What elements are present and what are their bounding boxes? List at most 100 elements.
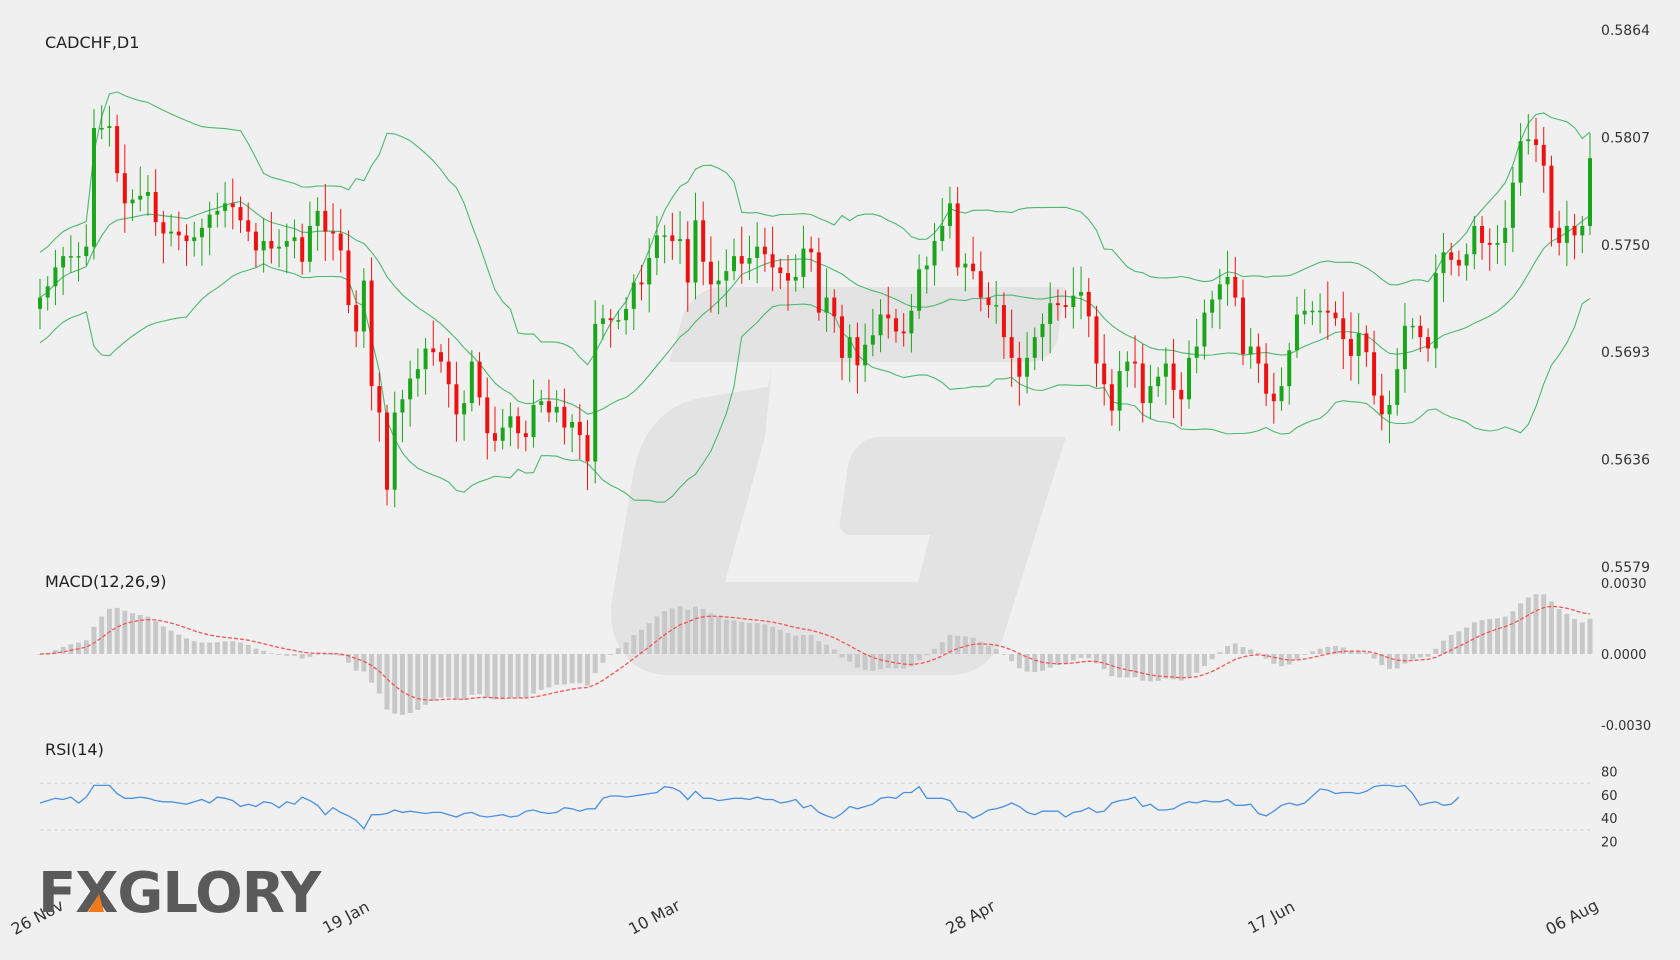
candle (315, 197, 320, 251)
macd-axis-tick: -0.0030 (1601, 719, 1651, 734)
macd-histogram-bar (677, 606, 683, 654)
macd-histogram-bar (770, 626, 776, 654)
macd-histogram-bar (692, 606, 698, 654)
macd-histogram-bar (399, 654, 405, 715)
macd-histogram-bar (315, 654, 321, 655)
macd-histogram-bar (924, 654, 930, 656)
candle (1210, 290, 1215, 329)
macd-histogram-bar (1371, 654, 1377, 659)
candle (1526, 114, 1531, 155)
macd-histogram-bar (184, 638, 190, 654)
candle (431, 320, 436, 366)
candle (423, 338, 428, 395)
candle (1225, 250, 1230, 306)
macd-histogram-bar (1279, 654, 1285, 667)
candle (1310, 301, 1315, 326)
macd-histogram-bar (376, 654, 382, 694)
candle (1433, 254, 1438, 369)
candle (647, 238, 652, 313)
candle (531, 379, 536, 448)
macd-histogram-bar (1309, 651, 1315, 654)
candle (1348, 312, 1353, 381)
macd-histogram-bar (754, 623, 760, 654)
candle (408, 360, 413, 427)
candle (1133, 335, 1138, 388)
candle (161, 210, 166, 264)
candle (1534, 117, 1539, 163)
candle (38, 278, 42, 330)
macd-histogram-bar (515, 654, 521, 698)
candle (793, 254, 798, 292)
macd-histogram-bar (1502, 616, 1508, 654)
candle (1271, 372, 1276, 424)
candle (1140, 344, 1145, 423)
candle (68, 235, 73, 273)
candle (323, 183, 328, 262)
candle (1333, 301, 1338, 326)
macd-axis-tick: 0.0000 (1601, 648, 1647, 663)
candle (1125, 351, 1130, 388)
candle (1426, 328, 1431, 362)
candle (971, 236, 976, 280)
candle (1395, 348, 1400, 416)
candle (816, 237, 821, 321)
price-axis-tick: 0.5636 (1601, 453, 1650, 469)
macd-histogram-bar (430, 654, 436, 701)
macd-histogram-bar (1363, 652, 1369, 654)
macd-histogram-bar (122, 610, 128, 654)
macd-histogram-bar (1572, 618, 1578, 654)
candle (739, 226, 744, 284)
macd-histogram-bar (461, 654, 467, 700)
candle (307, 201, 312, 273)
macd-histogram-bar (1178, 654, 1184, 681)
macd-histogram-bar (1009, 654, 1015, 662)
candle (1456, 250, 1461, 277)
candle (1194, 318, 1199, 374)
macd-histogram-bar (245, 644, 251, 654)
candle (1379, 373, 1384, 431)
candle (477, 352, 482, 406)
brand-logo: FXGLORY (38, 861, 324, 926)
candle (223, 182, 228, 228)
macd-histogram-bar (1194, 654, 1200, 673)
macd-histogram-bar (68, 644, 74, 654)
date-axis-tick: 28 Apr (943, 896, 999, 938)
price-axis-tick: 0.5807 (1601, 130, 1650, 146)
macd-histogram-bar (1317, 648, 1323, 654)
candle (91, 109, 96, 260)
macd-histogram-bar (1518, 603, 1524, 654)
candle (230, 178, 235, 230)
candle (770, 226, 775, 292)
macd-histogram-bar (1163, 654, 1169, 679)
macd-histogram-bar (585, 654, 591, 686)
macd-histogram-bar (793, 635, 799, 654)
candle (1410, 317, 1415, 339)
macd-histogram-bar (615, 648, 621, 654)
macd-histogram-bar (970, 637, 976, 654)
candle (292, 219, 297, 259)
candle (662, 225, 667, 264)
macd-histogram-bar (777, 629, 783, 654)
candle (1418, 315, 1423, 353)
candle (492, 406, 497, 452)
candle (1557, 210, 1562, 256)
candle (400, 389, 405, 443)
macd-histogram-bar (939, 642, 945, 654)
candle (678, 211, 683, 264)
candle (269, 211, 274, 264)
macd-histogram-bar (1302, 654, 1308, 655)
candle (1063, 290, 1068, 319)
price-axis-tick: 0.5693 (1601, 345, 1650, 361)
candle (963, 253, 968, 292)
macd-histogram-bar (253, 648, 259, 654)
candle (1163, 347, 1168, 406)
macd-histogram-bar (1487, 618, 1493, 654)
candle (462, 390, 467, 441)
macd-histogram-bar (1063, 654, 1069, 664)
macd-histogram-bar (176, 634, 182, 654)
macd-histogram-bar (1541, 594, 1547, 654)
candle (593, 300, 598, 484)
macd-histogram-bar (546, 654, 552, 688)
candle (199, 218, 204, 266)
candle (1117, 350, 1122, 431)
